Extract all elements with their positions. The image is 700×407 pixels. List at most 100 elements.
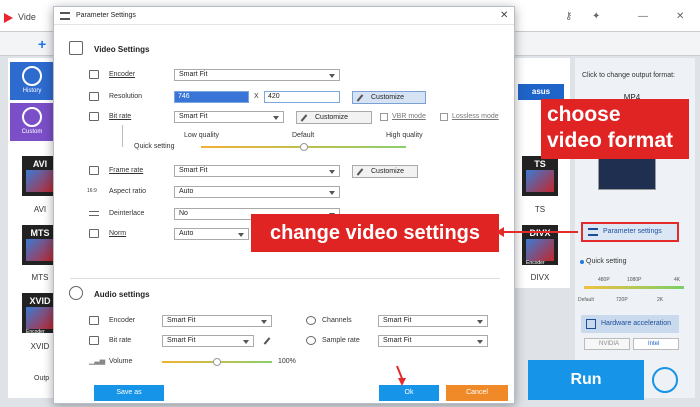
volume-icon: ▁▃▅: [89, 358, 106, 365]
channels-select[interactable]: Smart Fit: [378, 315, 488, 327]
frame-rate-customize-button[interactable]: Customize: [352, 165, 418, 178]
encoder-badge-left: Encoder: [26, 329, 45, 335]
vbr-mode-checkbox[interactable]: [380, 113, 388, 121]
parameter-settings-button[interactable]: Parameter settings: [581, 222, 679, 242]
bracket-line: [122, 125, 123, 147]
audio-bitrate-label: Bit rate: [109, 337, 132, 344]
minimize-icon[interactable]: —: [638, 11, 648, 22]
audio-bitrate-select[interactable]: Smart Fit: [162, 335, 254, 347]
app-logo-icon: [4, 13, 13, 23]
audio-bitrate-pencil-icon[interactable]: [262, 336, 272, 346]
custom-label: Custom: [21, 129, 43, 135]
gear-icon: [22, 107, 42, 127]
close-window-icon[interactable]: ✕: [676, 11, 684, 22]
frame-rate-select[interactable]: Smart Fit: [174, 165, 340, 177]
history-label: History: [22, 88, 42, 94]
tick-default: Default: [578, 297, 594, 303]
format-label-divx: DIVX: [530, 273, 550, 282]
ok-button[interactable]: Ok: [379, 385, 439, 401]
format-tile-ts[interactable]: TS: [522, 156, 558, 196]
parameter-settings-dialog: Parameter Settings ✕ Video Settings Enco…: [53, 6, 515, 404]
lossless-mode-checkbox[interactable]: [440, 113, 448, 121]
section-divider: [70, 278, 500, 279]
run-button[interactable]: Run: [528, 360, 644, 400]
deinterlace-icon: [89, 211, 99, 216]
norm-select[interactable]: Auto: [174, 228, 249, 240]
tick-480p: 480P: [598, 277, 610, 283]
save-as-button[interactable]: Save as: [94, 385, 164, 401]
callout-arrow-line: [500, 231, 578, 233]
frame-rate-icon: [89, 166, 99, 175]
pencil-icon: [356, 168, 364, 176]
choose-format-line1: choose: [547, 103, 621, 126]
cancel-button[interactable]: Cancel: [446, 385, 508, 401]
format-art: [526, 239, 554, 261]
high-quality-label: High quality: [386, 132, 423, 139]
format-art: [26, 239, 54, 261]
output-format-label: Click to change output format:: [582, 72, 675, 79]
pencil-icon: [356, 94, 364, 102]
bitrate-customize-button[interactable]: Customize: [296, 111, 372, 124]
audio-settings-icon: [69, 286, 83, 300]
vbr-mode-label[interactable]: VBR mode: [392, 113, 426, 120]
click-arrow-head: [398, 378, 406, 386]
add-files-button[interactable]: +: [38, 36, 46, 52]
format-label-ts: TS: [534, 205, 546, 214]
resolution-height-input[interactable]: 420: [264, 91, 340, 103]
channels-label: Channels: [322, 317, 352, 324]
audio-encoder-select[interactable]: Smart Fit: [162, 315, 272, 327]
format-tile-avi-text: AVI: [32, 159, 48, 169]
callout-arrow-head: [496, 227, 504, 237]
bitrate-icon: [89, 112, 99, 121]
low-quality-label: Low quality: [184, 132, 220, 139]
resolution-width-input[interactable]: 746: [174, 91, 249, 103]
change-settings-callout: change video settings: [251, 214, 499, 252]
resolution-label: Resolution: [109, 93, 143, 100]
quick-setting-track[interactable]: [584, 286, 684, 289]
alarm-clock-icon[interactable]: [652, 367, 678, 393]
history-icon: [22, 66, 42, 86]
encoder-label[interactable]: Encoder: [109, 71, 135, 78]
encoder-select[interactable]: Smart Fit: [174, 69, 340, 81]
format-art: [526, 170, 554, 192]
audio-encoder-label: Encoder: [109, 317, 136, 324]
key-icon[interactable]: ⚷: [565, 11, 572, 22]
history-button[interactable]: History: [10, 62, 54, 100]
resolution-customize-button[interactable]: Customize: [352, 91, 426, 104]
nvidia-option[interactable]: NVIDIA: [584, 338, 630, 350]
hardware-acceleration-button[interactable]: Hardware acceleration: [581, 315, 679, 333]
quick-setting-text: Quick setting: [134, 143, 175, 150]
tick-2k: 2K: [657, 297, 664, 303]
tools-icon[interactable]: ✦: [592, 11, 600, 22]
norm-icon: [89, 229, 99, 238]
intel-option[interactable]: Intel: [633, 338, 679, 350]
bitrate-customize-label: Customize: [315, 114, 349, 121]
tick-1080p: 1080P: [627, 277, 642, 283]
volume-slider-thumb[interactable]: [213, 358, 221, 366]
dialog-close-icon[interactable]: ✕: [500, 10, 508, 21]
quality-slider-thumb[interactable]: [299, 143, 308, 151]
channels-icon: [306, 316, 316, 325]
frame-rate-label[interactable]: Frame rate: [109, 167, 143, 174]
format-tile-mts-text: MTS: [30, 228, 50, 238]
audio-settings-heading: Audio settings: [94, 290, 150, 299]
sample-rate-select[interactable]: Smart Fit: [378, 335, 488, 347]
volume-value: 100%: [278, 358, 296, 365]
app-title: Vide: [18, 12, 36, 22]
aspect-ratio-select[interactable]: Auto: [174, 186, 340, 198]
audio-encoder-icon: [89, 316, 99, 325]
choose-format-callout: choose video format: [541, 99, 689, 159]
choose-format-line2: video format: [547, 129, 674, 152]
brand-asus[interactable]: asus: [518, 84, 564, 100]
audio-bitrate-icon: [89, 336, 99, 345]
encoder-icon: [89, 70, 99, 79]
bitrate-label[interactable]: Bit rate: [109, 113, 131, 120]
bitrate-select[interactable]: Smart Fit: [174, 111, 284, 123]
quick-setting-label: Quick setting: [586, 258, 627, 265]
video-settings-heading: Video Settings: [94, 45, 150, 54]
lossless-mode-label[interactable]: Lossless mode: [452, 113, 499, 120]
hardware-acceleration-label: Hardware acceleration: [601, 320, 672, 327]
custom-button[interactable]: Custom: [10, 103, 54, 141]
format-tile-ts-text: TS: [534, 159, 546, 169]
norm-label[interactable]: Norm: [109, 230, 126, 237]
